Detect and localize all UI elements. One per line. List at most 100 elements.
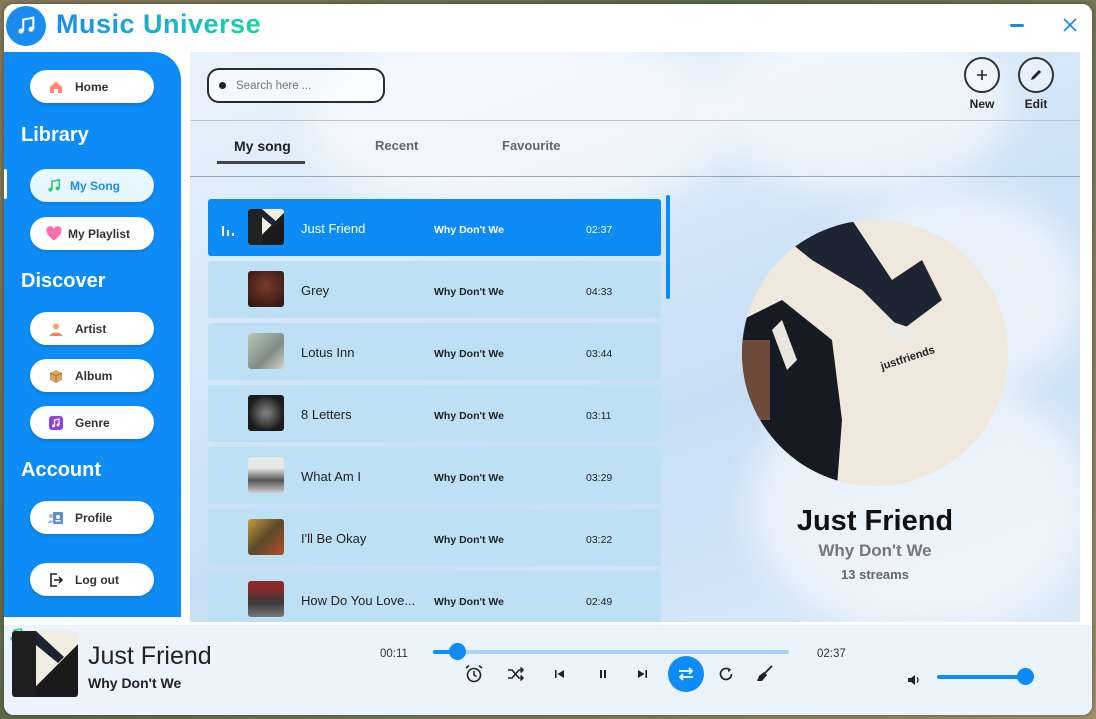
volume-handle[interactable]	[1016, 668, 1034, 685]
song-row[interactable]: How Do You Love... Why Don't We 02:49	[208, 571, 661, 622]
sidebar-item-album[interactable]: Album	[30, 359, 154, 392]
clean-button[interactable]	[754, 663, 776, 685]
skip-previous-icon	[555, 670, 564, 678]
progress-handle[interactable]	[449, 643, 467, 660]
player-bar: Just Friend Why Don't We 00:11 02:37	[4, 625, 1092, 715]
song-row[interactable]: I'll Be Okay Why Don't We 03:22	[208, 509, 661, 566]
broom-icon	[757, 665, 773, 681]
song-duration: 02:37	[586, 224, 613, 236]
song-duration: 02:49	[586, 596, 613, 608]
song-artist: Why Don't We	[434, 472, 504, 484]
tab-recent[interactable]: Recent	[375, 138, 418, 153]
app-title: Music Universe	[56, 9, 262, 39]
pencil-icon	[1031, 70, 1041, 80]
sidebar-item-label: Log out	[75, 572, 119, 587]
song-list-scrollbar[interactable]	[666, 195, 670, 299]
refresh-icon	[719, 667, 733, 681]
sidebar-item-label: Album	[75, 368, 113, 383]
song-title: Lotus Inn	[301, 345, 355, 360]
song-row[interactable]: Grey Why Don't We 04:33	[208, 261, 661, 318]
home-icon	[47, 78, 65, 96]
song-row[interactable]: What Am I Why Don't We 03:29	[208, 447, 661, 504]
heart-icon	[45, 225, 63, 243]
sidebar-item-my-playlist[interactable]: My Playlist	[30, 217, 154, 250]
box-icon	[47, 367, 65, 385]
person-icon	[47, 320, 65, 338]
song-row[interactable]: 8 Letters Why Don't We 03:11	[208, 385, 661, 442]
song-row[interactable]: Just Friend Why Don't We 02:37	[208, 199, 661, 256]
sidebar-item-artist[interactable]: Artist	[30, 312, 154, 345]
album-art	[248, 209, 284, 245]
now-playing-streams: 13 streams	[841, 567, 909, 582]
sidebar-item-home[interactable]: Home	[30, 70, 154, 103]
total-time: 02:37	[817, 648, 846, 660]
pause-icon	[600, 670, 606, 678]
sidebar-item-label: My Playlist	[68, 226, 131, 241]
player-title: Just Friend	[88, 642, 212, 670]
close-icon	[1063, 18, 1077, 32]
album-art	[248, 457, 284, 493]
id-card-icon	[47, 509, 65, 527]
account-heading: Account	[21, 459, 101, 481]
sidebar-item-label: My Song	[70, 178, 120, 193]
music-note-icon	[45, 177, 63, 195]
tab-favourite[interactable]: Favourite	[502, 138, 561, 153]
song-title: What Am I	[301, 469, 361, 484]
song-title: 8 Letters	[301, 407, 352, 422]
volume-icon[interactable]	[907, 673, 921, 691]
song-duration: 04:33	[586, 286, 613, 298]
sidebar-item-my-song[interactable]: My Song	[30, 169, 154, 202]
player-artist: Why Don't We	[88, 675, 182, 691]
sidebar-item-label: Home	[75, 79, 109, 94]
song-duration: 03:44	[586, 348, 613, 360]
now-playing-title: Just Friend	[796, 505, 954, 537]
elapsed-time: 00:11	[380, 648, 408, 660]
previous-button[interactable]	[549, 663, 571, 685]
song-title: How Do You Love...	[301, 593, 416, 608]
tab-my-song[interactable]: My song	[234, 138, 291, 154]
title-bar: Music Universe	[4, 4, 1092, 50]
song-artist: Why Don't We	[434, 596, 504, 608]
sidebar-item-label: Artist	[75, 321, 107, 336]
song-duration: 03:29	[586, 472, 613, 484]
album-art	[248, 519, 284, 555]
song-artist: Why Don't We	[434, 224, 504, 236]
sidebar-active-indicator	[4, 169, 7, 199]
replay-button[interactable]	[715, 663, 737, 685]
discover-heading: Discover	[21, 270, 106, 292]
sidebar-item-profile[interactable]: Profile	[30, 501, 154, 534]
edit-button[interactable]: Edit	[1016, 57, 1056, 111]
skip-next-icon	[638, 670, 647, 678]
main-content: New Edit My song Recent Favourite Just F…	[190, 52, 1080, 622]
minimize-button[interactable]	[1010, 24, 1024, 27]
next-button[interactable]	[631, 663, 653, 685]
alarm-button[interactable]	[463, 663, 485, 685]
app-window: Music Universe Home Library My Song My P…	[4, 4, 1092, 715]
search-input[interactable]	[236, 79, 376, 92]
logout-icon	[47, 571, 65, 589]
song-duration: 03:22	[586, 534, 613, 546]
shuffle-button[interactable]	[505, 663, 527, 685]
sidebar-item-genre[interactable]: Genre	[30, 406, 154, 439]
repeat-all-button[interactable]	[668, 656, 704, 692]
sidebar-item-label: Profile	[75, 510, 113, 525]
progress-bar[interactable]	[433, 643, 789, 660]
sidebar: Home Library My Song My Playlist Discove…	[4, 52, 181, 617]
pause-button[interactable]	[592, 663, 614, 685]
song-row[interactable]: Lotus Inn Why Don't We 03:44	[208, 323, 661, 380]
equalizer-icon	[222, 223, 236, 241]
divider	[190, 120, 1080, 121]
song-artist: Why Don't We	[434, 286, 504, 298]
search-icon	[219, 82, 226, 89]
volume-slider[interactable]	[937, 668, 1034, 685]
search-box[interactable]	[207, 68, 385, 103]
shuffle-icon	[508, 666, 525, 682]
new-label: New	[969, 97, 995, 111]
logout-button[interactable]: Log out	[30, 563, 154, 596]
album-art	[248, 271, 284, 307]
album-art	[248, 395, 284, 431]
new-button[interactable]: New	[962, 57, 1002, 111]
close-button[interactable]	[1060, 16, 1080, 36]
song-duration: 03:11	[586, 410, 612, 422]
song-title: Just Friend	[301, 221, 366, 236]
